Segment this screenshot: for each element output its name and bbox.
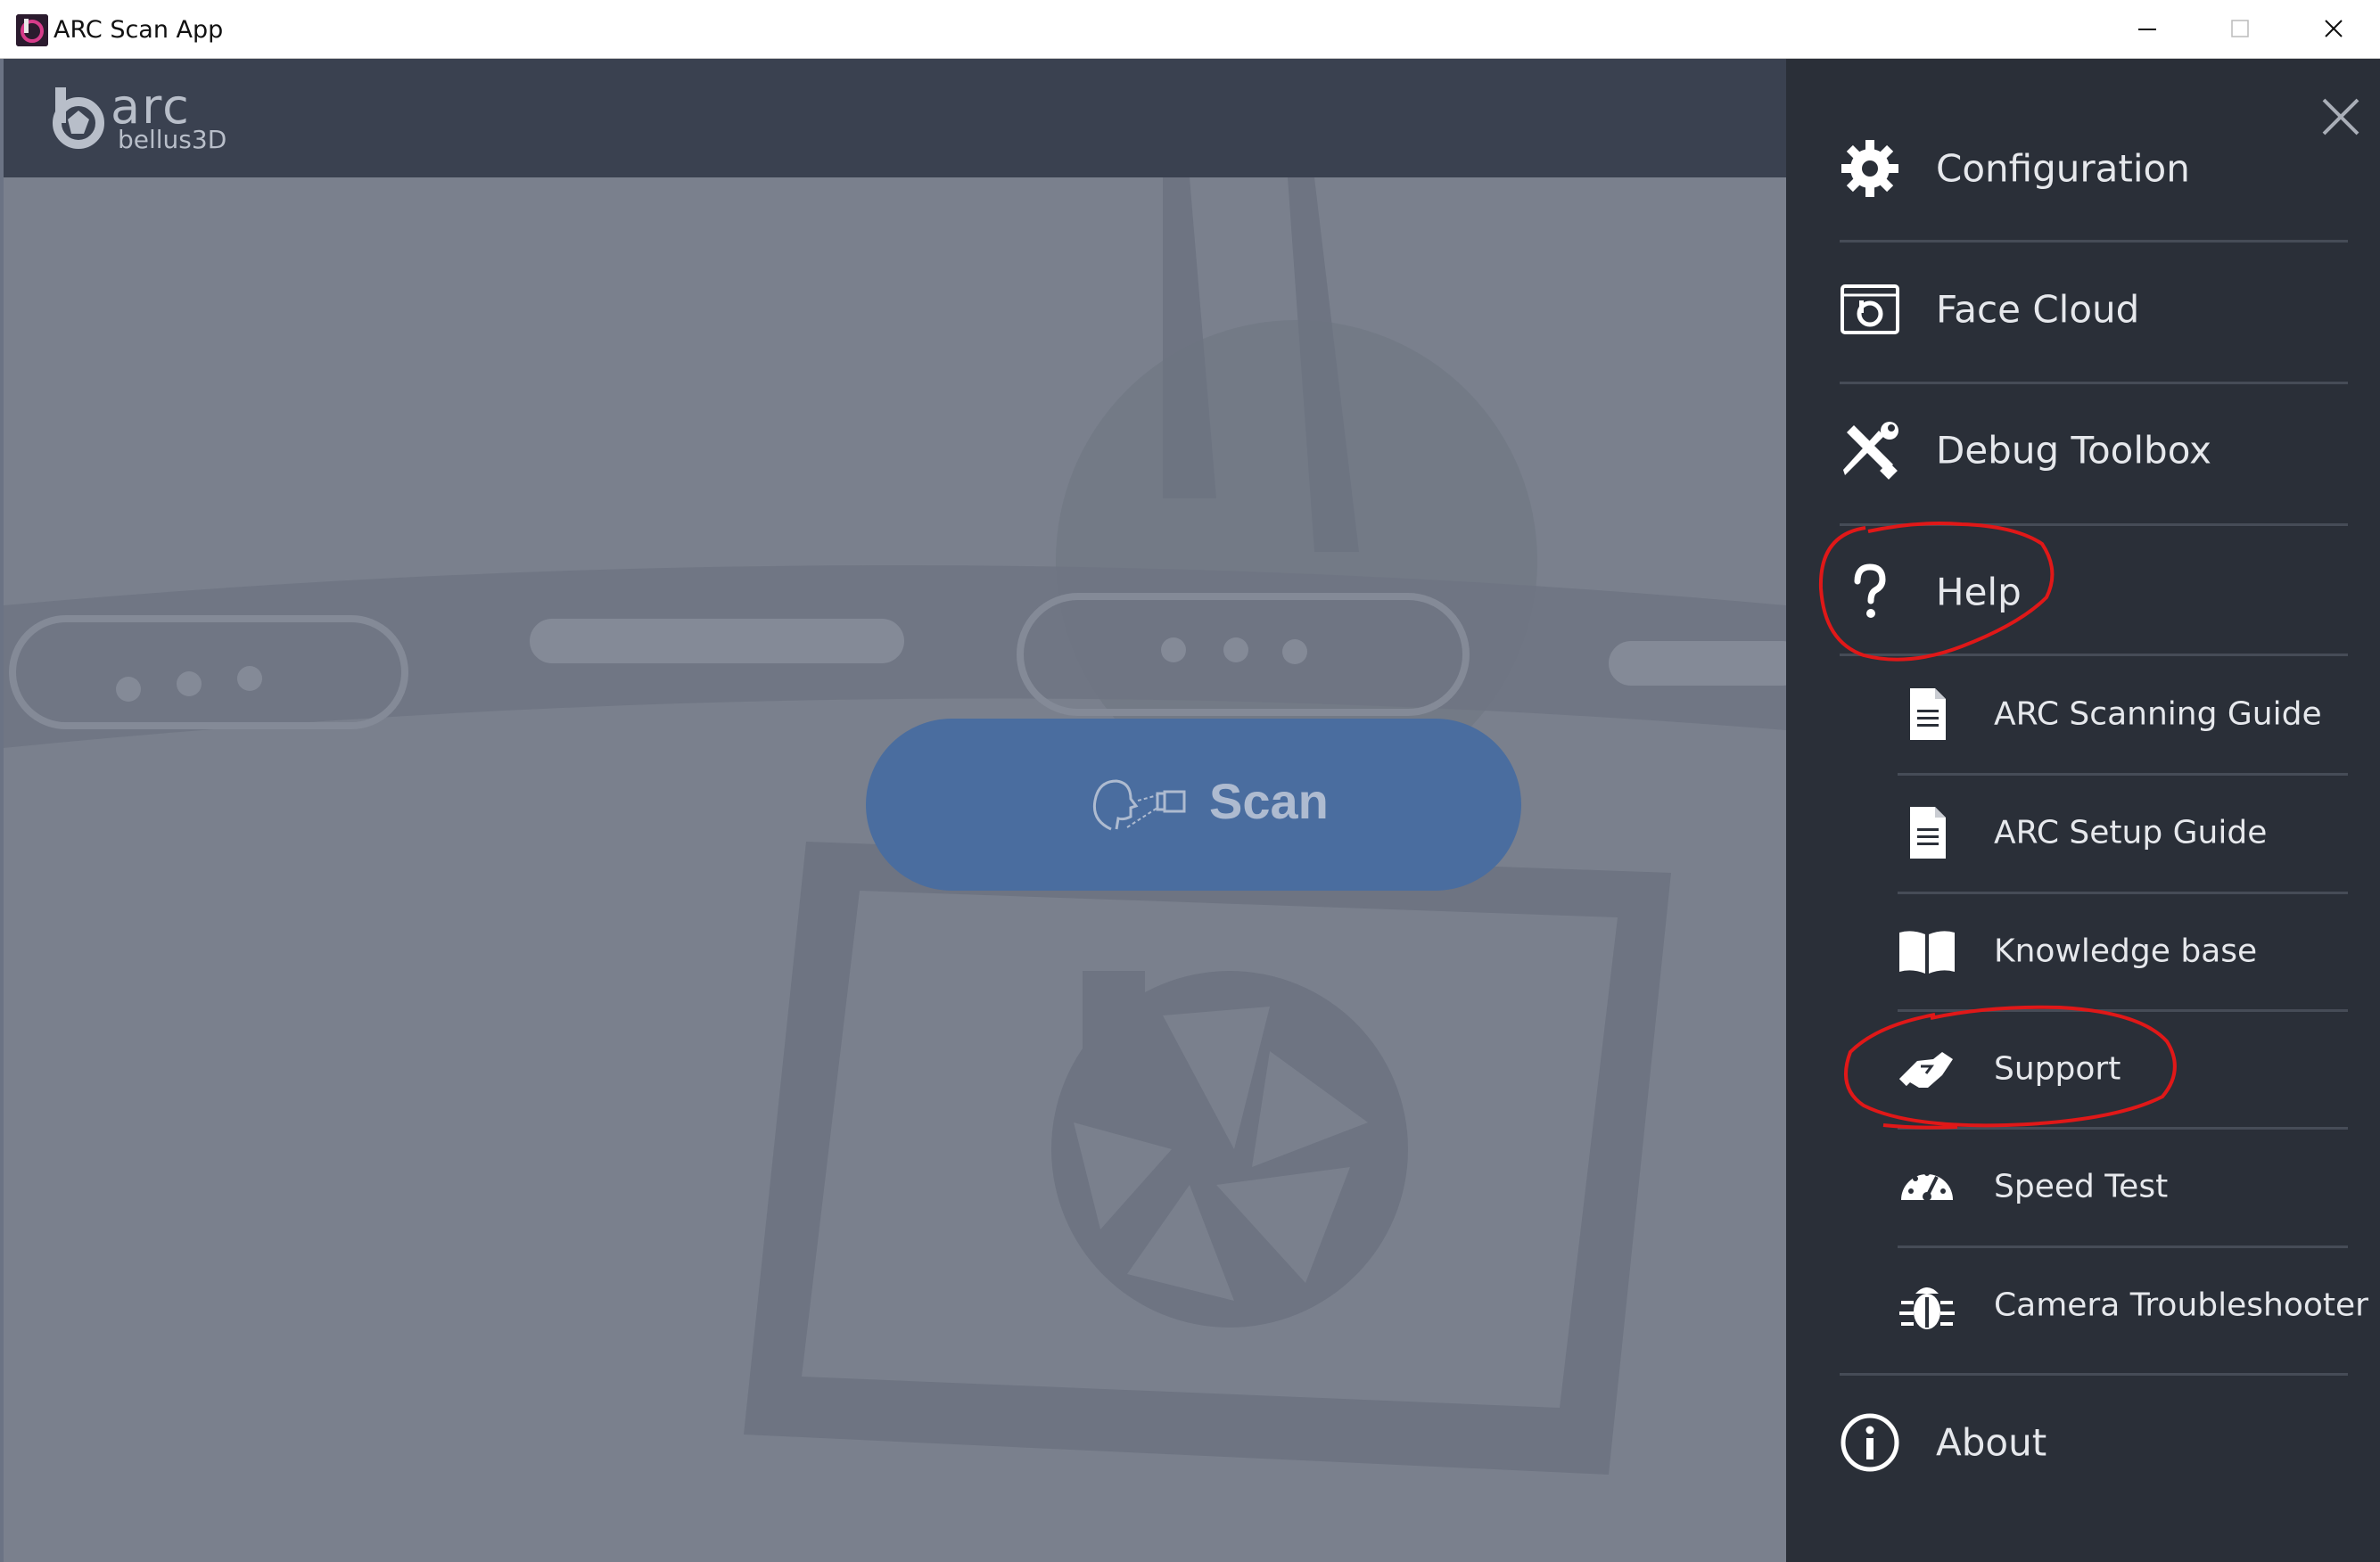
scan-button[interactable]: Scan — [866, 719, 1521, 891]
speedometer-icon — [1901, 1171, 1953, 1201]
menu-item-face-cloud[interactable]: Face Cloud — [1786, 243, 2380, 376]
menu-item-label: Face Cloud — [1936, 287, 2140, 332]
handshake-icon — [1898, 1052, 1953, 1088]
main-area: Scan — [4, 177, 1786, 1562]
help-item-support[interactable]: Support — [1786, 1011, 2380, 1127]
close-icon — [2325, 20, 2343, 37]
help-item-label: Speed Test — [1994, 1168, 2169, 1205]
help-item-label: ARC Scanning Guide — [1994, 695, 2322, 733]
menu-item-help[interactable]: Help — [1786, 525, 2380, 659]
bug-icon — [1899, 1287, 1955, 1329]
app-icon — [16, 14, 48, 46]
close-button[interactable] — [2287, 0, 2380, 59]
info-icon — [1841, 1413, 1899, 1472]
gear-icon — [1841, 140, 1898, 197]
menu-item-label: Configuration — [1936, 146, 2190, 191]
tools-icon — [1843, 422, 1898, 480]
bellus3d-logo: arc bellus3D — [48, 78, 235, 155]
maximize-icon — [2231, 20, 2249, 37]
help-item-knowledge-base[interactable]: Knowledge base — [1786, 893, 2380, 1009]
window-title: ARC Scan App — [54, 16, 224, 44]
face-cloud-icon — [1841, 284, 1899, 334]
minimize-icon — [2138, 29, 2156, 30]
minimize-button[interactable] — [2101, 0, 2194, 59]
menu-item-debug-toolbox[interactable]: Debug Toolbox — [1786, 383, 2380, 517]
help-item-arc-scanning-guide[interactable]: ARC Scanning Guide — [1786, 656, 2380, 772]
question-icon — [1854, 563, 1886, 618]
menu-item-about[interactable]: About — [1786, 1376, 2380, 1509]
logo-subtitle: bellus3D — [118, 125, 227, 154]
help-item-arc-setup-guide[interactable]: ARC Setup Guide — [1786, 775, 2380, 891]
help-item-camera-troubleshooter[interactable]: Camera Troubleshooter — [1786, 1247, 2380, 1363]
scan-label: Scan — [1209, 773, 1329, 829]
menu-item-label: About — [1936, 1420, 2047, 1465]
maximize-button[interactable] — [2194, 0, 2286, 59]
app-header: arc bellus3D — [4, 59, 1786, 177]
document-icon — [1910, 807, 1946, 859]
menu-item-label: Help — [1936, 570, 2022, 614]
help-item-label: Camera Troubleshooter — [1994, 1287, 2368, 1324]
face-scan-icon — [1092, 779, 1186, 831]
help-item-label: ARC Setup Guide — [1994, 814, 2268, 851]
window-titlebar: ARC Scan App — [0, 0, 2380, 59]
help-item-speed-test[interactable]: Speed Test — [1786, 1129, 2380, 1245]
help-item-label: Support — [1994, 1050, 2121, 1088]
document-icon — [1910, 688, 1946, 740]
book-icon — [1899, 931, 1955, 974]
side-menu: Configuration Face Cloud Debug Toolbox H… — [1786, 59, 2380, 1562]
menu-item-label: Debug Toolbox — [1936, 428, 2211, 473]
menu-item-configuration[interactable]: Configuration — [1786, 102, 2380, 235]
help-item-label: Knowledge base — [1994, 933, 2258, 970]
